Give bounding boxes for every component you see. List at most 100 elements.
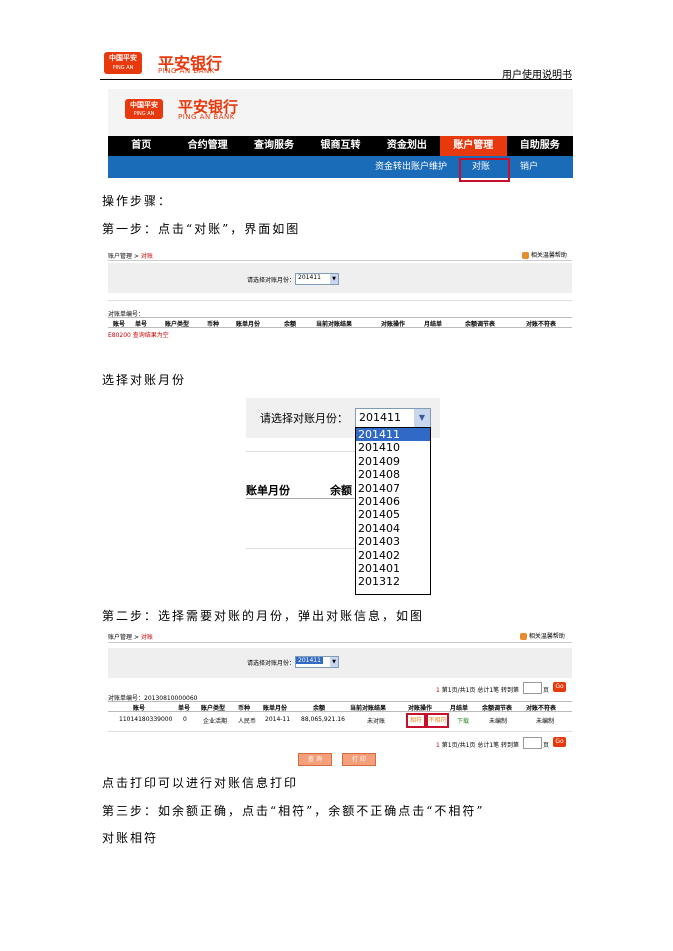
shot2-month-select[interactable]: 201411 ▼ [295,656,339,668]
dropdown-option[interactable]: 201404 [356,522,430,535]
shot2-pager-top: 1 第1页/共1页 总计1笔 转到第 [436,685,519,694]
nav-contract[interactable]: 合约管理 [174,136,240,156]
col-monthly-statement: 月结单 [424,321,443,328]
shot1-help-label: 相关温馨帮助 [530,252,567,259]
col-adjust-table: 余额调节表 [465,321,496,328]
shot2-help-label: 相关温馨帮助 [528,633,565,640]
shot1-month-select[interactable]: 201411 ▼ [295,273,339,285]
nav-query[interactable]: 查询服务 [241,136,307,156]
dropdown-option[interactable]: 201409 [356,455,430,468]
dropdown-select-value: 201411 [359,411,401,424]
cell-balance: 88,065,921.16 [301,716,345,723]
shot2-breadcrumb: 账户管理 > 对账 [108,634,153,641]
query-button[interactable]: 查 询 [298,753,332,766]
dropdown-option[interactable]: 201312 [356,575,430,588]
shot2-row-rule [108,731,572,732]
pager-unit: 页 [543,687,550,694]
col-mismatch-table: 对账不符表 [526,321,557,328]
shot1-rule [108,260,572,261]
logo-box-line1: 中国平安 [109,54,137,62]
shot2-help[interactable]: 相关温馨帮助 [520,631,565,640]
print-note: 点击打印可以进行对账信息打印 [102,776,299,790]
choose-month-text: 选择对账月份 [102,373,187,387]
subnav-close-account[interactable]: 销户 [520,156,538,178]
help-icon [520,633,527,640]
help-icon [522,252,529,259]
shot1-month-value: 201411 [298,274,321,281]
nav-withdraw[interactable]: 资金划出 [374,136,440,156]
pager-unit: 页 [543,742,550,749]
col-account-type: 账户类型 [165,321,190,328]
shot2-filter-band [108,648,572,678]
col-balance: 余额 [284,321,297,328]
dropdown-select[interactable]: 201411 ▼ [355,408,431,428]
dropdown-option[interactable]: 201408 [356,468,430,481]
dropdown-bg-col1: 账单月份 [246,484,290,497]
col-current-result: 当前对账结果 [316,321,353,328]
nav-logo-box-line1: 中国平安 [130,101,158,109]
reconcile-highlight-box [459,158,510,182]
shot2-month-value: 201411 [296,657,323,664]
dropdown-bg-col2: 余额 [330,484,352,497]
pager-text: 第1页/共1页 总计1笔 转到第 [441,687,520,694]
shot2-breadcrumb-a[interactable]: 账户管理 [108,634,132,641]
ops-label: 操作步骤： [102,194,173,208]
logo-box-line2: PING AN [112,65,134,71]
col-number: 单号 [135,321,148,328]
dropdown-option[interactable]: 201405 [356,508,430,521]
shot1-help[interactable]: 相关温馨帮助 [522,250,567,259]
step3-text: 第三步：如余额正确，点击“相符”，余额不正确点击“不相符” [102,804,485,818]
shot2-data-row: 11014180339000 0 企业活期 人民币 2014-11 88,065… [108,711,572,729]
dropdown-option[interactable]: 201401 [356,562,430,575]
chevron-down-icon: ▼ [330,657,338,667]
dropdown-option[interactable]: 201407 [356,482,430,495]
dropdown-bg-rule-1 [246,451,355,452]
shot2-pager-bottom: 1 第1页/共1页 总计1笔 转到第 [436,740,519,749]
subnav-account-maint[interactable]: 资金转出账户维护 [375,156,447,178]
cell-currency: 人民币 [238,718,257,725]
pager-current[interactable]: 1 [436,742,440,749]
match-button[interactable]: 相符 [406,713,426,728]
shot1-breadcrumb-b: 对账 [140,253,153,260]
pager-goto-input[interactable] [523,682,542,694]
shot1-filter-band [108,263,572,293]
col-currency: 币种 [207,321,220,328]
chevron-down-icon: ▼ [330,274,338,284]
nav-self-service[interactable]: 自助服务 [507,136,573,156]
pager-go-button[interactable]: Go [553,682,566,692]
cell-number: 0 [183,716,187,723]
nav-home[interactable]: 首页 [108,136,174,156]
dropdown-option[interactable]: 201410 [356,441,430,454]
cell-bill-month: 2014-11 [265,716,291,723]
dropdown-option[interactable]: 201406 [356,495,430,508]
cell-account-type: 企业活期 [203,718,228,725]
mismatch-button[interactable]: 不相符 [426,713,449,728]
cell-current-result: 未对账 [367,718,386,725]
nav-account-mgmt[interactable]: 账户管理 [440,136,507,156]
nav-transfer[interactable]: 银商互转 [307,136,373,156]
pager-go-button[interactable]: Go [553,737,566,747]
dropdown-option[interactable]: 201402 [356,549,430,562]
dropdown-options-list: 201411 201410 201409 201408 201407 20140… [355,427,431,595]
print-button[interactable]: 打 印 [342,753,376,766]
dropdown-bg-rule-3 [246,548,355,549]
pingan-logo-box: 中国平安 PING AN [104,52,142,74]
shot1-error: E80200 查询结果为空 [108,332,169,339]
dropdown-option[interactable]: 201403 [356,535,430,548]
nav-logo-box-line2: PING AN [133,111,155,117]
shot1-breadcrumb-a[interactable]: 账户管理 [108,253,132,260]
pager-goto-input[interactable] [523,737,542,749]
match-label: 对账相符 [102,831,159,845]
shot2-breadcrumb-b: 对账 [140,634,153,641]
pager-text: 第1页/共1页 总计1笔 转到第 [441,742,520,749]
nav-bank-name-en: PING AN BANK [178,113,235,121]
cell-adjust-status: 未编制 [489,718,508,725]
shot1-breadcrumb: 账户管理 > 对账 [108,253,153,260]
dropdown-option[interactable]: 201411 [356,428,430,442]
pager-current[interactable]: 1 [436,687,440,694]
nav-logo-box: 中国平安 PING AN [125,99,163,119]
bank-name-en: PING AN BANK [158,67,215,75]
col-bill-month: 账单月份 [236,321,261,328]
download-link[interactable]: 下载 [457,716,469,725]
step1-text: 第一步：点击“对账”，界面如图 [102,222,301,236]
